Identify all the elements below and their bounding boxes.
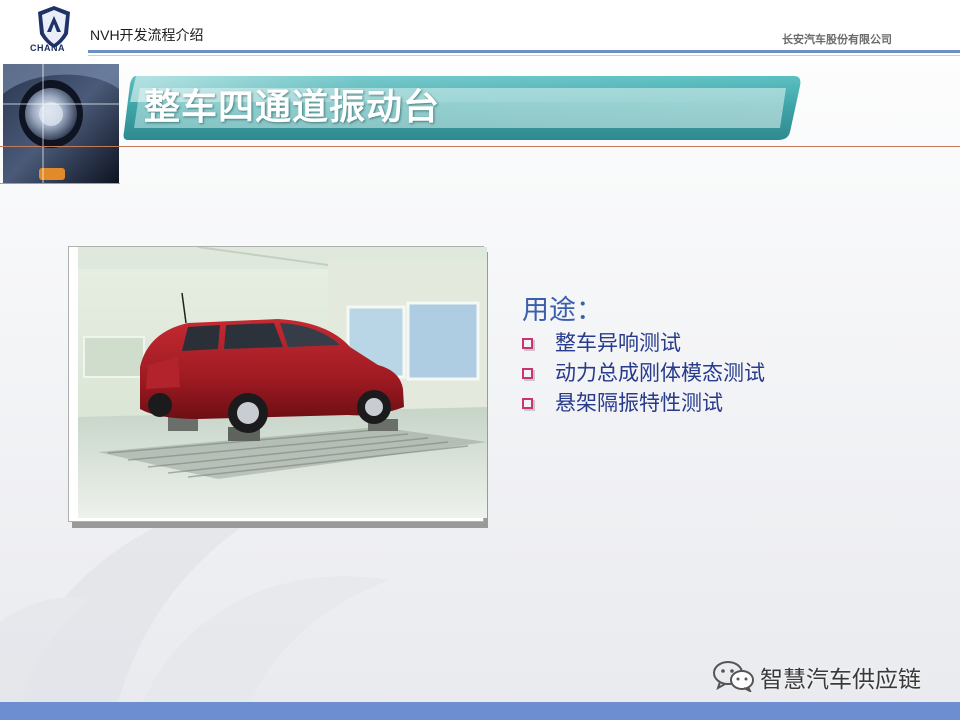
list-item-text: 整车异响测试 [555,331,681,355]
list-item: 整车异响测试 [522,328,765,358]
headlight-image [3,64,119,184]
list-item-text: 悬架隔振特性测试 [555,391,723,415]
slide-title: 整车四通道振动台 [144,87,441,128]
title-rule [0,146,960,147]
wechat-account-name: 智慧汽车供应链 [760,667,921,693]
company-name: 长安汽车股份有限公司 [782,34,892,46]
slide: CHANA NVH开发流程介绍 长安汽车股份有限公司 整车四通道振动台 用途： … [0,0,960,720]
square-bullet-icon [522,337,535,351]
header-rule-thin [88,55,960,56]
title-rule-short [0,183,120,184]
list-item-text: 动力总成刚体模态测试 [555,361,765,385]
usage-list: 整车异响测试 动力总成刚体模态测试 悬架隔振特性测试 [522,328,765,418]
usage-heading: 用途： [522,295,603,326]
slide-header: CHANA NVH开发流程介绍 长安汽车股份有限公司 [0,0,960,62]
vehicle-shaker-photo [78,247,487,518]
square-bullet-icon [522,397,535,411]
list-item: 动力总成刚体模态测试 [522,358,765,388]
wechat-icon [713,661,754,692]
header-rule [88,50,960,53]
footer-bar [0,702,960,720]
course-title: NVH开发流程介绍 [90,27,204,43]
square-bullet-icon [522,367,535,381]
logo-text: CHANA [30,43,65,53]
list-item: 悬架隔振特性测试 [522,388,765,418]
